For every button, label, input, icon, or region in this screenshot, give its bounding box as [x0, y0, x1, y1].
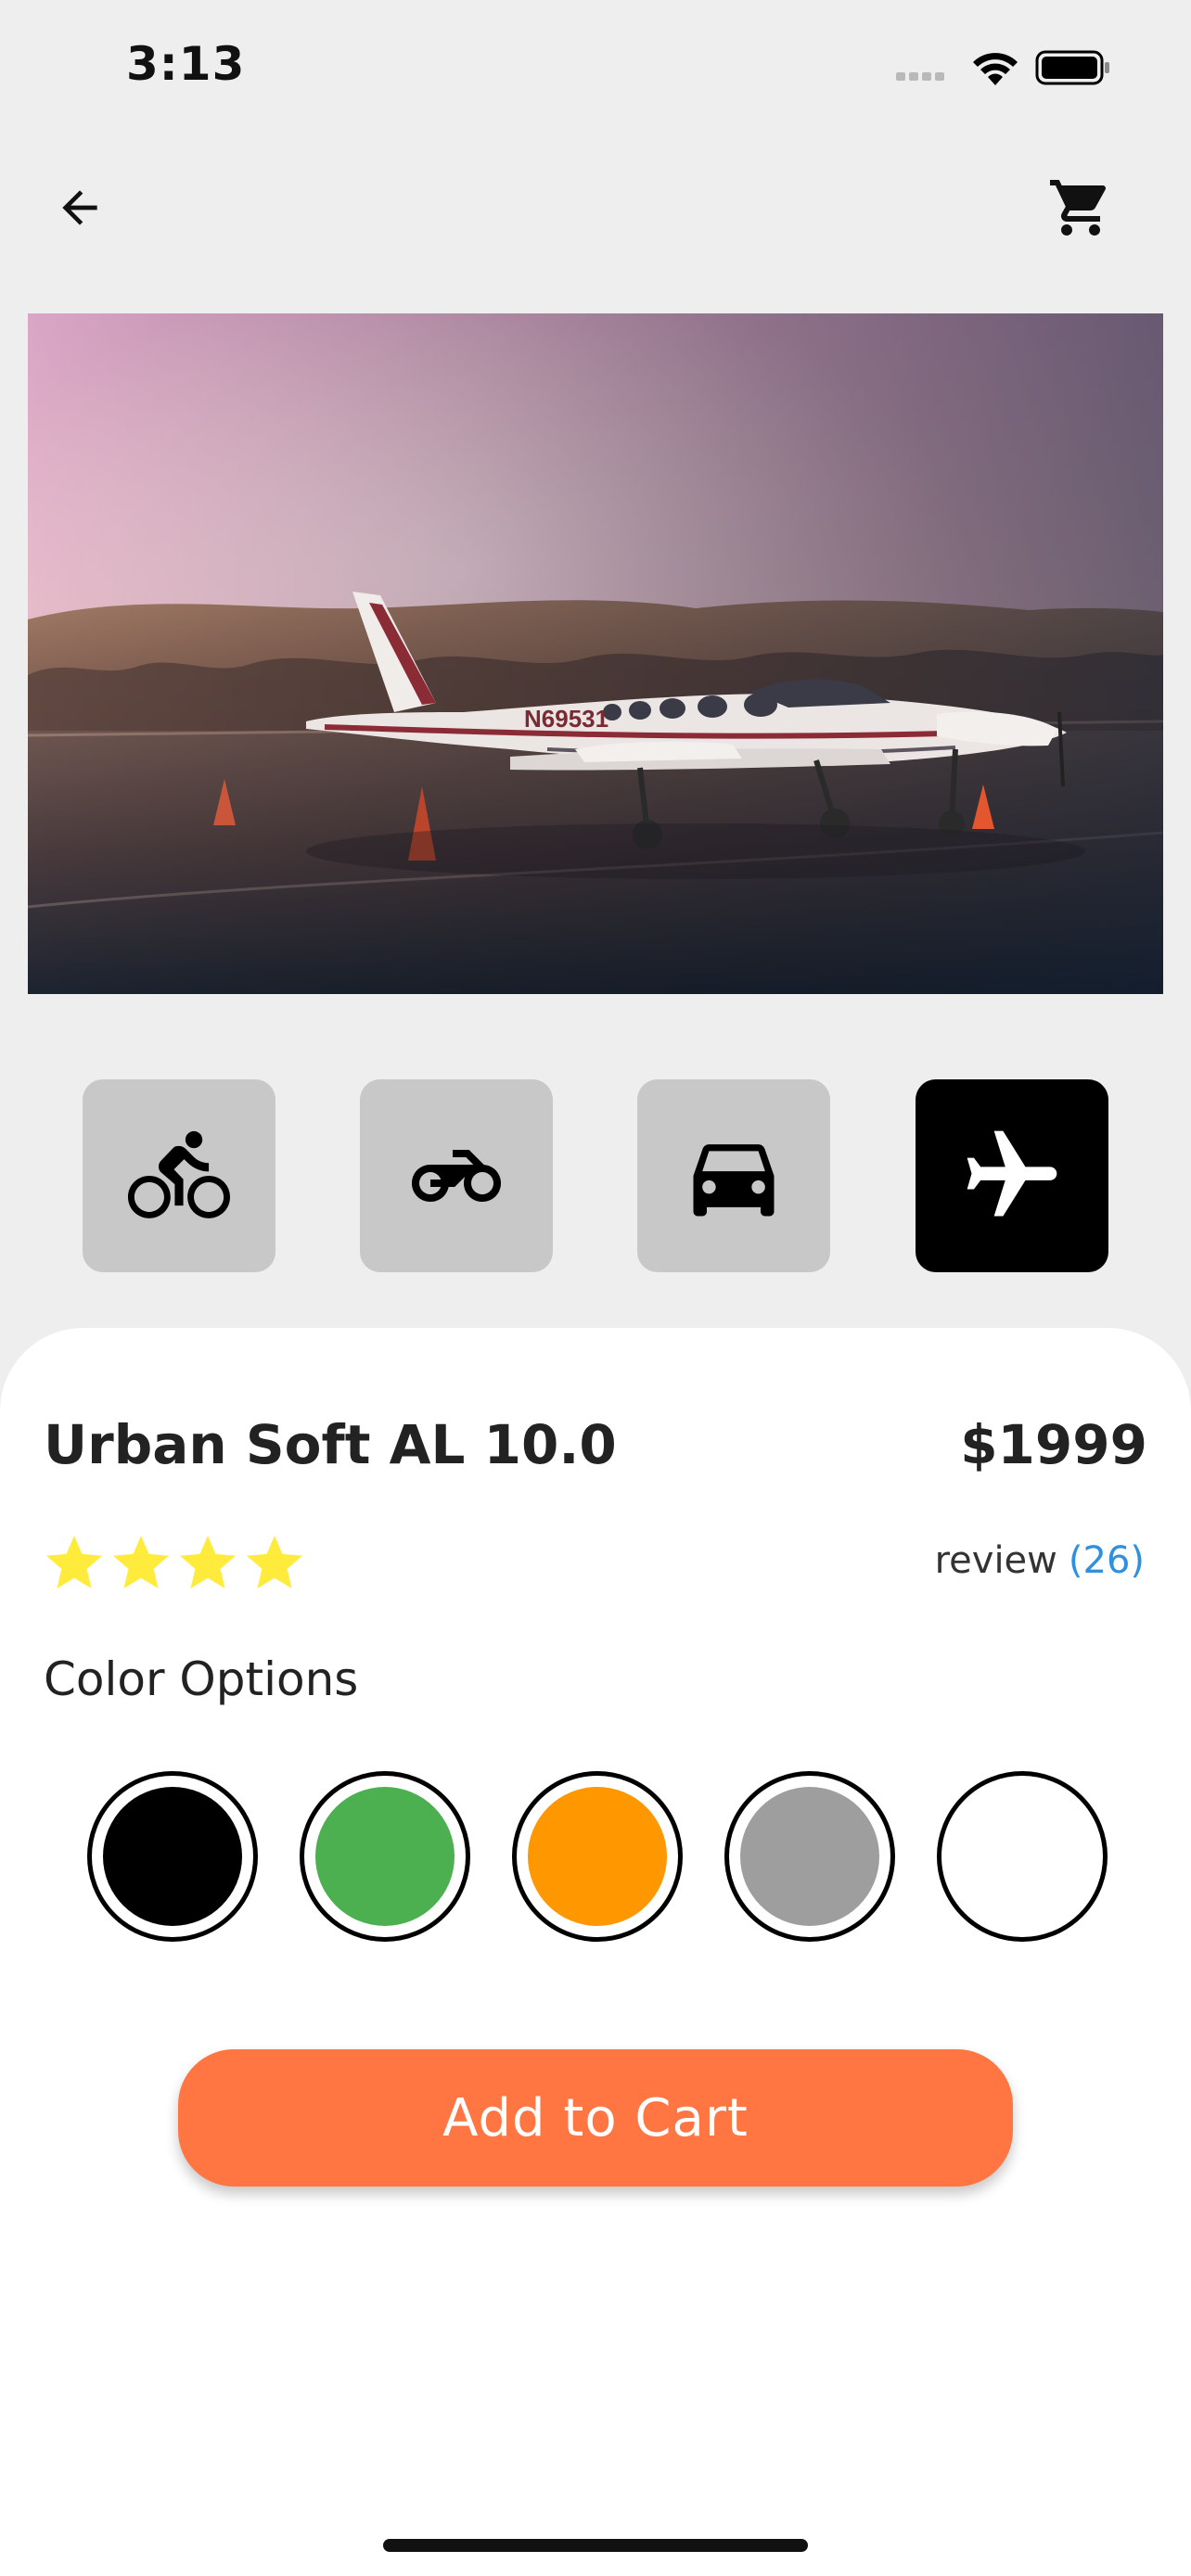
category-motorcycle-button[interactable]: [360, 1079, 553, 1272]
color-swatch-green[interactable]: [300, 1771, 470, 1942]
rating-stars: [41, 1530, 308, 1600]
product-name: Urban Soft AL 10.0: [44, 1413, 617, 1476]
add-to-cart-button[interactable]: Add to Cart: [178, 2049, 1013, 2187]
wifi-icon: [973, 53, 1018, 85]
shopping-cart-icon: [1050, 180, 1107, 236]
category-selector: [83, 1079, 1108, 1272]
color-swatch-black[interactable]: [87, 1771, 258, 1942]
swatch-fill: [315, 1787, 455, 1926]
review-label: review: [934, 1539, 1057, 1582]
swatch-fill: [740, 1787, 879, 1926]
star-icon: [247, 1536, 302, 1588]
star-icon: [113, 1536, 169, 1588]
star-icon: [46, 1536, 102, 1588]
signal-icon: [896, 72, 944, 81]
color-swatch-white[interactable]: [937, 1771, 1108, 1942]
review-link[interactable]: review (26): [935, 1539, 1145, 1582]
color-swatch-grey[interactable]: [724, 1771, 895, 1942]
category-car-button[interactable]: [637, 1079, 830, 1272]
status-time: 3:13: [126, 37, 246, 91]
swatch-fill: [103, 1787, 242, 1926]
review-count: (26): [1068, 1539, 1145, 1582]
star-icon: [180, 1536, 236, 1588]
product-detail-screen: 3:13 N69531 Urban Soft AL 10.0 $1999 rev…: [0, 0, 1191, 2576]
tail-number: N69531: [524, 705, 608, 733]
battery-icon: [1035, 50, 1109, 85]
product-details-sheet: Urban Soft AL 10.0 $1999 review (26) Colo…: [0, 1328, 1191, 2576]
category-airplane-button[interactable]: [916, 1079, 1108, 1272]
home-indicator[interactable]: [383, 2539, 808, 2552]
arrow-left-icon: [62, 190, 97, 225]
status-icons: [896, 45, 1119, 91]
airplane-icon: [967, 1130, 1057, 1217]
product-price: $1999: [960, 1413, 1147, 1476]
airplane-photo: N69531: [28, 313, 1163, 994]
category-bicycle-button[interactable]: [83, 1079, 275, 1272]
cart-button[interactable]: [1039, 172, 1122, 243]
car-icon: [693, 1144, 775, 1217]
motorcycle-icon: [412, 1150, 501, 1202]
color-options-title: Color Options: [44, 1652, 359, 1706]
product-image: N69531: [28, 313, 1163, 994]
bicycle-icon: [128, 1130, 230, 1218]
color-options: [87, 1771, 1108, 1942]
color-swatch-orange[interactable]: [512, 1771, 683, 1942]
swatch-fill: [953, 1787, 1092, 1926]
status-indicators: [896, 50, 1109, 85]
swatch-fill: [528, 1787, 667, 1926]
back-button[interactable]: [45, 172, 115, 243]
